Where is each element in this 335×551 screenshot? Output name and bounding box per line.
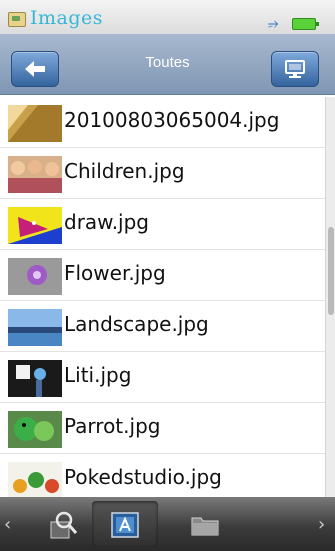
thumbnail [8,411,62,448]
thumbnail [8,156,62,193]
list-item[interactable]: Parrot.jpg [0,403,325,454]
app-title: Images [30,7,104,29]
file-name: draw.jpg [64,210,149,234]
navigation-bar: Toutes [0,34,335,95]
thumbnail [8,207,62,244]
bottom-toolbar: ‹ › [0,497,335,551]
scrollbar-thumb[interactable] [328,227,334,315]
list-item[interactable]: Children.jpg [0,148,325,199]
battery-icon [292,18,319,30]
folder-icon [191,517,219,536]
thumbnail [8,309,62,346]
folder-button[interactable] [172,501,238,547]
display-mode-button[interactable] [271,51,319,87]
list-item[interactable]: Flower.jpg [0,250,325,301]
list-item[interactable]: 20100803065004.jpg [0,97,325,148]
file-list: 20100803065004.jpg Children.jpg draw.jpg… [0,97,325,497]
alphabet-sort-button[interactable] [92,501,158,547]
list-item[interactable]: draw.jpg [0,199,325,250]
thumbnail [8,105,62,142]
thumbnail [8,462,62,497]
thumbnail [8,258,62,295]
alphabet-sort-icon [111,512,139,538]
usb-icon: ⭌ [268,16,279,31]
image-app-icon [8,12,26,27]
monitor-icon [285,60,305,78]
status-bar: Images ⭌ [0,0,335,35]
search-button[interactable] [30,501,96,547]
chevron-left-icon[interactable]: ‹ [4,514,11,535]
file-name: Children.jpg [64,159,185,183]
file-name: Landscape.jpg [64,312,209,336]
list-item[interactable]: Liti.jpg [0,352,325,403]
thumbnail [8,360,62,397]
file-name: Liti.jpg [64,363,132,387]
list-item[interactable]: Pokedstudio.jpg [0,454,325,497]
file-name: Parrot.jpg [64,414,161,438]
list-item[interactable]: Landscape.jpg [0,301,325,352]
file-name: Pokedstudio.jpg [64,465,222,489]
chevron-right-icon[interactable]: › [318,514,325,535]
search-icon [50,511,78,539]
file-name: Flower.jpg [64,261,166,285]
file-name: 20100803065004.jpg [64,108,280,132]
scrollbar[interactable] [325,97,335,497]
